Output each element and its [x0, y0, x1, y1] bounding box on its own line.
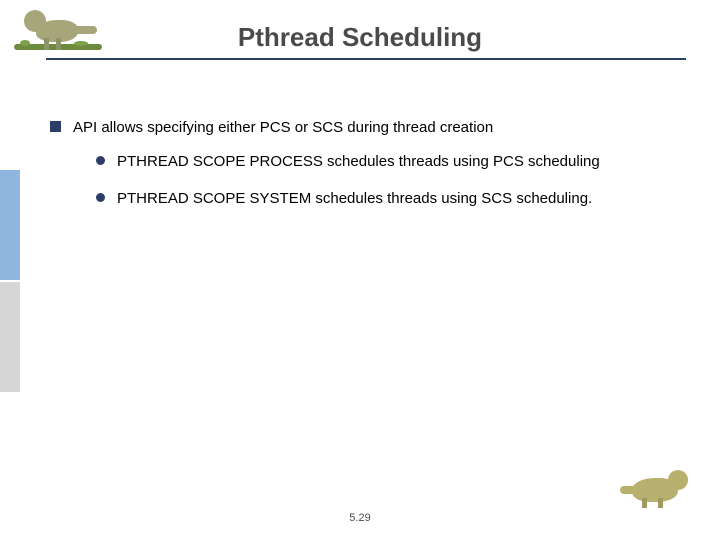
- bullet-text: PTHREAD SCOPE SYSTEM schedules threads u…: [117, 189, 670, 209]
- slide: Pthread Scheduling API allows specifying…: [0, 0, 720, 540]
- bullet-text: PTHREAD SCOPE PROCESS schedules threads …: [117, 152, 670, 172]
- bullet-level2: PTHREAD SCOPE PROCESS schedules threads …: [96, 152, 670, 172]
- round-bullet-icon: [96, 193, 105, 202]
- title-underline: [46, 58, 686, 60]
- round-bullet-icon: [96, 156, 105, 165]
- left-accent-bar-grey: [0, 282, 20, 392]
- bullet-text: API allows specifying either PCS or SCS …: [73, 118, 670, 138]
- page-number: 5.29: [0, 512, 720, 524]
- bullet-level2: PTHREAD SCOPE SYSTEM schedules threads u…: [96, 189, 670, 209]
- slide-title: Pthread Scheduling: [0, 22, 720, 53]
- square-bullet-icon: [50, 121, 61, 132]
- left-accent-bar-blue: [0, 170, 20, 280]
- dinosaur-bottom-icon: [620, 464, 700, 512]
- bullet-level1: API allows specifying either PCS or SCS …: [50, 118, 670, 138]
- content-area: API allows specifying either PCS or SCS …: [50, 118, 670, 225]
